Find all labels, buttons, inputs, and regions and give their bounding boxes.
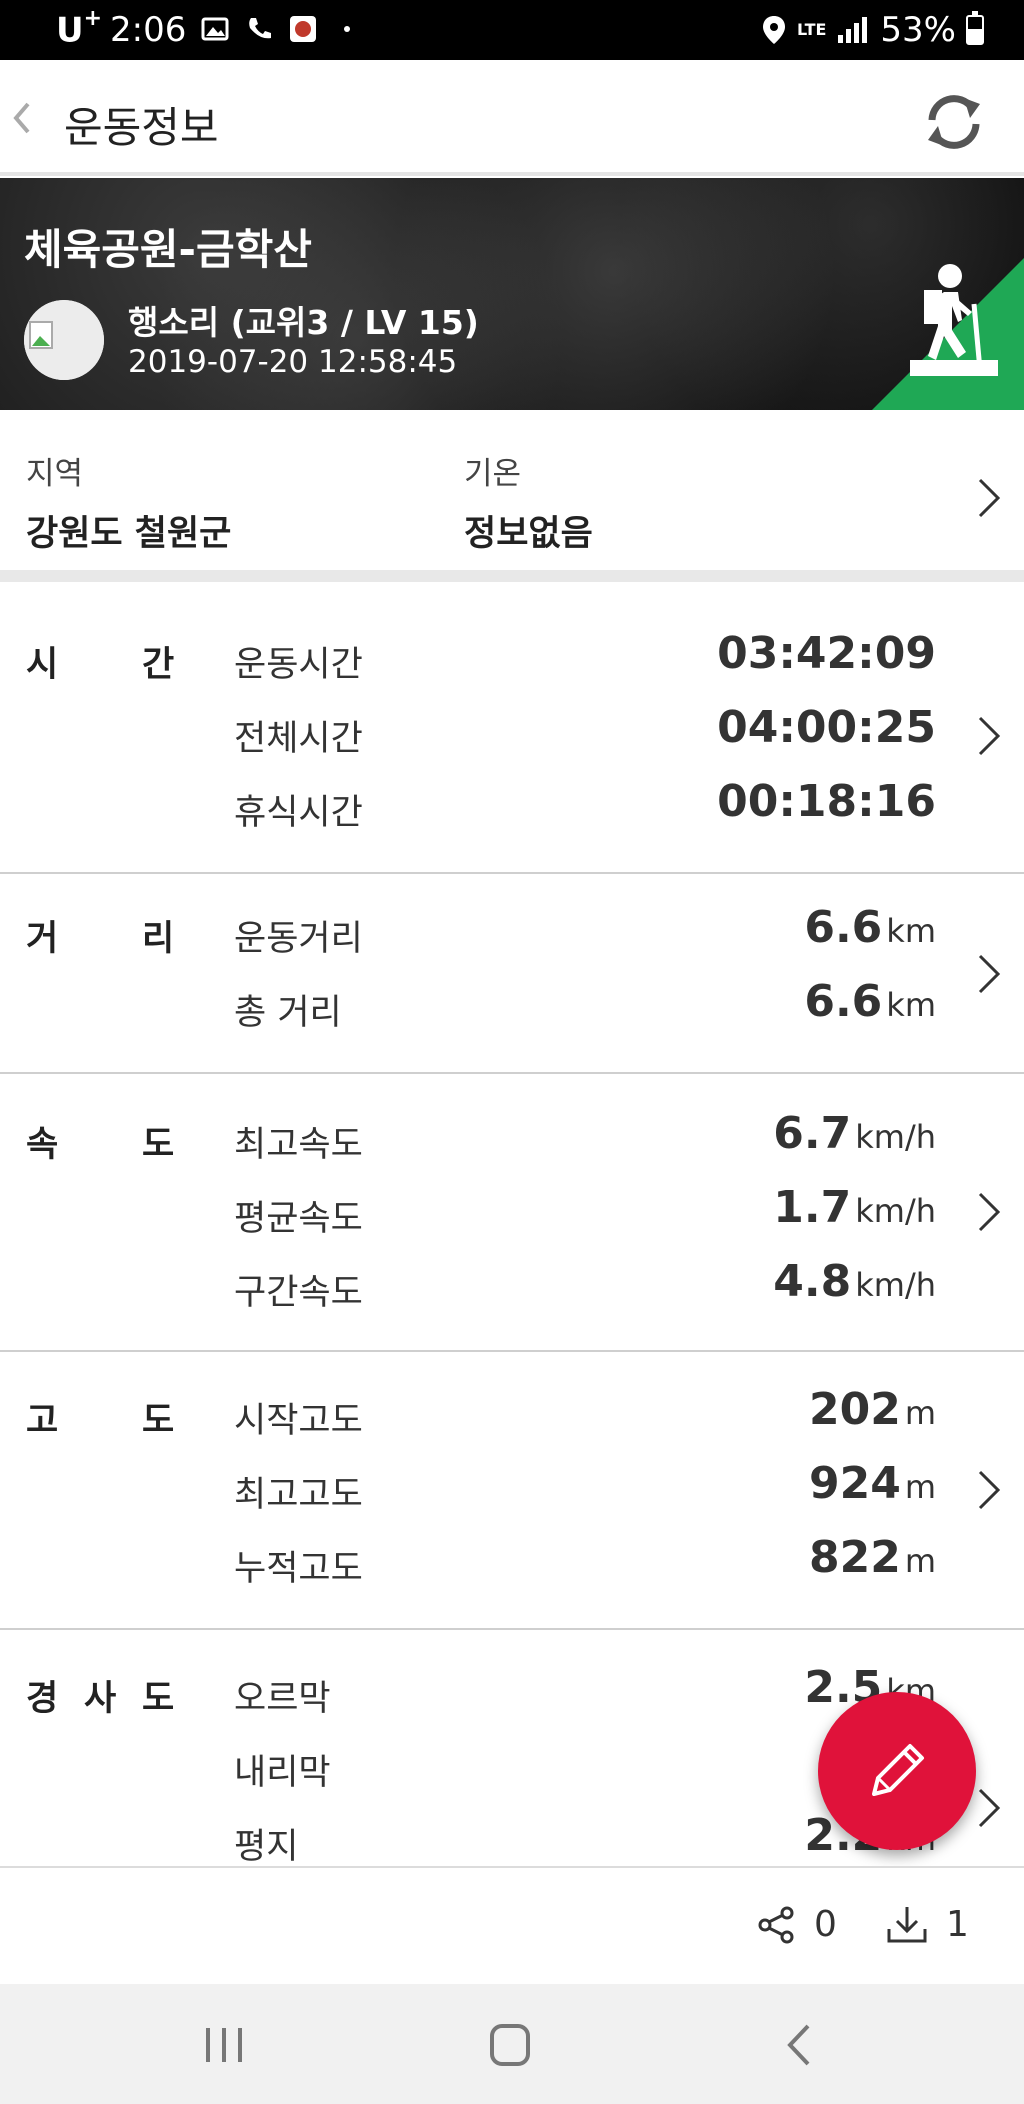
section-time[interactable]: 시간 운동시간 03:42:09 전체시간 04:00:25 휴식시간 00:1…	[0, 594, 1024, 874]
chevron-right-icon[interactable]	[976, 1786, 1002, 1830]
edit-fab-button[interactable]	[818, 1692, 976, 1850]
download-button[interactable]: 1	[886, 1904, 969, 1945]
course-banner: 체육공원-금학산 행소리 (교위3 / LV 15) 2019-07-20 12…	[0, 178, 1024, 410]
battery-icon	[966, 11, 984, 45]
system-navigation-bar	[0, 1984, 1024, 2104]
signal-icon	[838, 17, 868, 43]
region-value: 강원도 철원군	[26, 514, 232, 554]
stat-value: 03:42:09	[717, 628, 936, 679]
section-label-slope: 경사도	[26, 1679, 175, 1719]
temperature-value: 정보없음	[464, 514, 593, 554]
battery-fill	[968, 29, 982, 43]
stat-value: 6.6 km	[804, 976, 936, 1027]
activity-datetime: 2019-07-20 12:58:45	[128, 344, 458, 380]
stat-label: 구간속도	[234, 1273, 363, 1313]
temperature-block: 기온 정보없음	[464, 448, 593, 556]
stat-label: 최고고도	[234, 1475, 363, 1515]
stat-label: 최고속도	[234, 1125, 363, 1165]
stat-label: 평균속도	[234, 1199, 363, 1239]
stat-label: 휴식시간	[234, 793, 363, 833]
stat-value: 6.6 km	[804, 902, 936, 953]
stat-value: 6.7 km/h	[773, 1108, 936, 1159]
status-right: LTE 53%	[761, 10, 984, 50]
back-nav-icon[interactable]	[770, 2020, 830, 2070]
share-button[interactable]: 0	[756, 1904, 837, 1945]
status-bar: U+ 2:06 LTE 53%	[0, 0, 1024, 60]
section-label-distance: 거리	[26, 919, 175, 959]
page-title: 운동정보	[64, 103, 219, 152]
region-block: 지역 강원도 철원군	[26, 448, 231, 556]
status-time: 2:06	[110, 10, 187, 50]
temperature-label: 기온	[464, 456, 522, 492]
refresh-icon[interactable]	[918, 86, 990, 158]
stat-value: 202 m	[808, 1384, 936, 1435]
stat-value: 04:00:25	[717, 702, 936, 753]
location-icon	[763, 16, 786, 44]
stat-label: 운동거리	[234, 919, 363, 959]
region-weather-row[interactable]: 지역 강원도 철원군 기온 정보없음	[0, 410, 1024, 582]
chevron-right-icon[interactable]	[976, 1190, 1002, 1234]
user-name-level: 행소리 (교위3 / LV 15)	[128, 303, 479, 342]
hiker-icon	[910, 264, 998, 376]
stat-label: 운동시간	[234, 645, 363, 685]
chevron-right-icon[interactable]	[976, 714, 1002, 758]
stat-label: 전체시간	[234, 719, 363, 759]
battery-percent: 53%	[880, 10, 956, 50]
chevron-right-icon[interactable]	[976, 476, 1002, 520]
chevron-left-icon[interactable]	[8, 96, 38, 140]
stat-label: 누적고도	[234, 1549, 363, 1589]
home-icon[interactable]	[480, 2020, 540, 2070]
app-icon	[290, 16, 316, 42]
stat-value: 822 m	[808, 1532, 936, 1583]
recent-apps-icon[interactable]	[194, 2020, 254, 2070]
call-icon	[249, 18, 271, 39]
stat-label: 내리막	[234, 1753, 331, 1793]
section-altitude[interactable]: 고도 시작고도 202 m 최고고도 924 m 누적고도 822 m	[0, 1352, 1024, 1630]
action-bar: 0 1	[0, 1866, 1024, 1984]
chevron-right-icon[interactable]	[976, 952, 1002, 996]
stat-label: 총 거리	[234, 993, 342, 1033]
course-name: 체육공원-금학산	[24, 225, 312, 274]
notification-icons	[200, 14, 362, 44]
stat-label: 평지	[234, 1827, 299, 1866]
app-bar: 운동정보	[0, 60, 1024, 176]
broken-image-icon	[24, 300, 104, 380]
pencil-icon	[872, 1744, 924, 1796]
share-icon	[758, 1906, 794, 1943]
section-label-altitude: 고도	[26, 1401, 175, 1441]
stat-value: 924 m	[808, 1458, 936, 1509]
avatar[interactable]	[24, 300, 104, 380]
stat-label: 시작고도	[234, 1401, 363, 1441]
carrier: U+	[56, 6, 103, 51]
download-icon	[887, 1906, 927, 1942]
stat-value: 4.8 km/h	[773, 1256, 936, 1307]
section-label-time: 시간	[26, 645, 175, 685]
dot-icon	[344, 26, 350, 32]
download-count: 1	[946, 1904, 969, 1945]
stat-value: 00:18:16	[717, 776, 936, 827]
image-icon	[201, 17, 229, 41]
lte-indicator: LTE	[797, 20, 827, 39]
chevron-right-icon[interactable]	[976, 1468, 1002, 1512]
section-speed[interactable]: 속도 최고속도 6.7 km/h 평균속도 1.7 km/h 구간속도 4.8 km/…	[0, 1074, 1024, 1352]
stat-value: 1.7 km/h	[773, 1182, 936, 1233]
stat-label: 오르막	[234, 1679, 331, 1719]
share-count: 0	[814, 1904, 837, 1945]
section-label-speed: 속도	[26, 1125, 175, 1165]
region-label: 지역	[26, 456, 84, 492]
section-distance[interactable]: 거리 운동거리 6.6 km 총 거리 6.6 km	[0, 874, 1024, 1074]
